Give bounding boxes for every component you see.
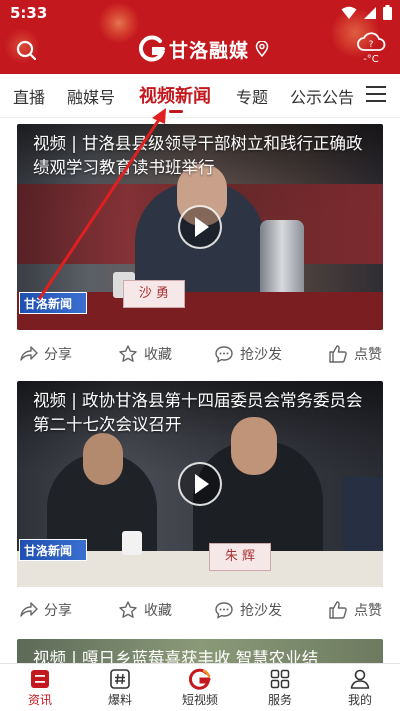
like-button[interactable]: 点赞 bbox=[328, 344, 382, 364]
nameplate: 沙 勇 bbox=[123, 280, 185, 308]
channel-watermark: 甘洛新闻 bbox=[19, 292, 87, 314]
card-actions: 分享 收藏 抢沙发 点赞 bbox=[0, 336, 400, 372]
comment-button[interactable]: 抢沙发 bbox=[214, 600, 282, 620]
cloud-icon: ? bbox=[357, 32, 386, 51]
nameplate: 朱 辉 bbox=[209, 543, 271, 571]
video-thumbnail[interactable]: 朱 辉 视频 | 政协甘洛县第十四届委员会常务委员会第二十七次会议召开 甘洛新闻 bbox=[17, 381, 383, 587]
comment-icon bbox=[215, 602, 233, 619]
nav-label: 资讯 bbox=[27, 693, 52, 707]
nav-news[interactable]: 资讯 bbox=[10, 666, 70, 708]
nav-label: 短视频 bbox=[181, 693, 218, 707]
star-icon bbox=[119, 601, 137, 618]
card-actions: 分享 收藏 抢沙发 点赞 bbox=[0, 592, 400, 628]
logo-text: 甘洛融媒 bbox=[169, 39, 250, 62]
signal-icon bbox=[364, 6, 376, 19]
nav-label: 我的 bbox=[347, 693, 372, 707]
status-time: 5:33 bbox=[10, 4, 48, 22]
star-icon bbox=[119, 345, 137, 362]
active-tab-indicator bbox=[169, 110, 183, 113]
nav-label: 爆料 bbox=[107, 693, 132, 707]
video-title: 视频 | 甘洛县县级领导干部树立和践行正确政绩观学习教育读书班举行 bbox=[33, 134, 363, 177]
news-icon bbox=[31, 670, 49, 688]
share-button[interactable]: 分享 bbox=[18, 344, 72, 364]
share-button[interactable]: 分享 bbox=[18, 600, 72, 620]
video-card[interactable]: 视频 | 嘎日乡蓝莓喜获丰收 智慧农业结 bbox=[0, 635, 400, 663]
tab-media-accounts[interactable]: 融媒号 bbox=[67, 84, 115, 108]
nav-short-video[interactable]: 短视频 bbox=[170, 666, 230, 708]
nav-label: 服务 bbox=[267, 693, 292, 707]
teacup bbox=[122, 531, 142, 555]
like-label: 点赞 bbox=[354, 603, 382, 619]
person-face bbox=[83, 433, 123, 485]
like-label: 点赞 bbox=[354, 347, 382, 363]
channel-watermark: 甘洛新闻 bbox=[19, 539, 87, 561]
favorite-label: 收藏 bbox=[144, 603, 172, 619]
grid-icon bbox=[270, 669, 290, 689]
svg-text:?: ? bbox=[369, 40, 374, 50]
channel-tabs: 直播 融媒号 视频新闻 专题 公示公告 bbox=[0, 74, 400, 118]
app-logo: 甘洛融媒 bbox=[138, 34, 269, 64]
video-feed: 沙 勇 视频 | 甘洛县县级领导干部树立和践行正确政绩观学习教育读书班举行 甘洛… bbox=[0, 118, 400, 663]
share-label: 分享 bbox=[44, 603, 72, 619]
thumbs-up-icon bbox=[329, 345, 347, 363]
weather-temperature: -°C bbox=[363, 54, 379, 65]
nav-services[interactable]: 服务 bbox=[250, 666, 310, 708]
search-icon[interactable] bbox=[14, 38, 38, 62]
video-title: 视频 | 嘎日乡蓝莓喜获丰收 智慧农业结 bbox=[33, 649, 319, 663]
tab-live[interactable]: 直播 bbox=[13, 84, 45, 108]
play-icon[interactable] bbox=[178, 462, 222, 506]
short-video-icon bbox=[189, 668, 211, 690]
nav-profile[interactable]: 我的 bbox=[330, 666, 390, 708]
tab-announcements[interactable]: 公示公告 bbox=[290, 84, 354, 108]
comment-label: 抢沙发 bbox=[240, 347, 282, 363]
comment-label: 抢沙发 bbox=[240, 603, 282, 619]
play-icon[interactable] bbox=[178, 205, 222, 249]
tab-video-news[interactable]: 视频新闻 bbox=[139, 82, 211, 108]
weather-widget[interactable]: ? -°C bbox=[354, 28, 388, 68]
hashtag-icon bbox=[110, 669, 130, 689]
favorite-label: 收藏 bbox=[144, 347, 172, 363]
video-thumbnail[interactable]: 视频 | 嘎日乡蓝莓喜获丰收 智慧农业结 bbox=[17, 639, 383, 663]
video-title: 视频 | 政协甘洛县第十四届委员会常务委员会第二十七次会议召开 bbox=[33, 391, 363, 434]
favorite-button[interactable]: 收藏 bbox=[118, 344, 172, 364]
location-icon[interactable] bbox=[255, 41, 269, 57]
favorite-button[interactable]: 收藏 bbox=[118, 600, 172, 620]
share-icon bbox=[20, 346, 38, 361]
comment-button[interactable]: 抢沙发 bbox=[214, 344, 282, 364]
status-bar: 5:33 bbox=[0, 0, 400, 26]
app-header: 5:33 甘洛融媒 ? -°C bbox=[0, 0, 400, 74]
share-icon bbox=[20, 602, 38, 617]
thumbs-up-icon bbox=[329, 601, 347, 619]
channel-menu-icon[interactable] bbox=[366, 86, 386, 106]
battery-icon bbox=[383, 5, 392, 20]
tab-topics[interactable]: 专题 bbox=[236, 84, 268, 108]
wifi-icon bbox=[341, 6, 357, 19]
logo-mark-icon bbox=[138, 35, 166, 62]
user-icon bbox=[350, 669, 370, 689]
video-thumbnail[interactable]: 沙 勇 视频 | 甘洛县县级领导干部树立和践行正确政绩观学习教育读书班举行 甘洛… bbox=[17, 124, 383, 330]
nav-tipoff[interactable]: 爆料 bbox=[90, 666, 150, 708]
share-label: 分享 bbox=[44, 347, 72, 363]
bottom-navigation: 资讯 爆料 短视频 服务 我的 bbox=[0, 663, 400, 711]
comment-icon bbox=[215, 346, 233, 363]
status-icons bbox=[341, 5, 392, 20]
like-button[interactable]: 点赞 bbox=[328, 600, 382, 620]
